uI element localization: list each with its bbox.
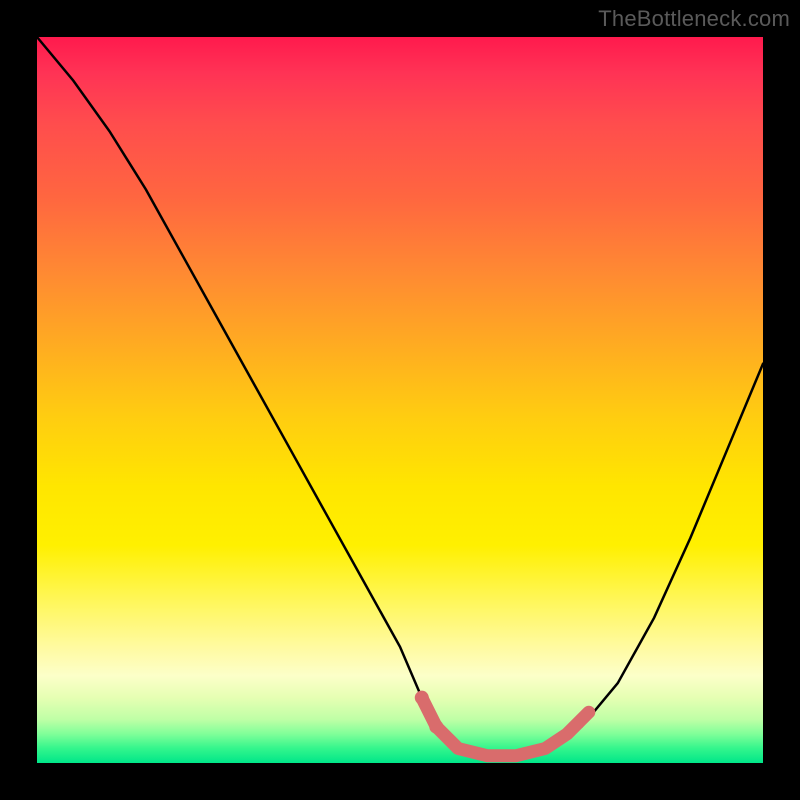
highlight-dot-2 bbox=[429, 720, 443, 734]
chart-svg bbox=[37, 37, 763, 763]
watermark-text: TheBottleneck.com bbox=[598, 6, 790, 32]
bottleneck-curve bbox=[37, 37, 763, 756]
highlight-dot-1 bbox=[415, 691, 429, 705]
highlight-segment bbox=[422, 698, 589, 756]
plot-area bbox=[37, 37, 763, 763]
